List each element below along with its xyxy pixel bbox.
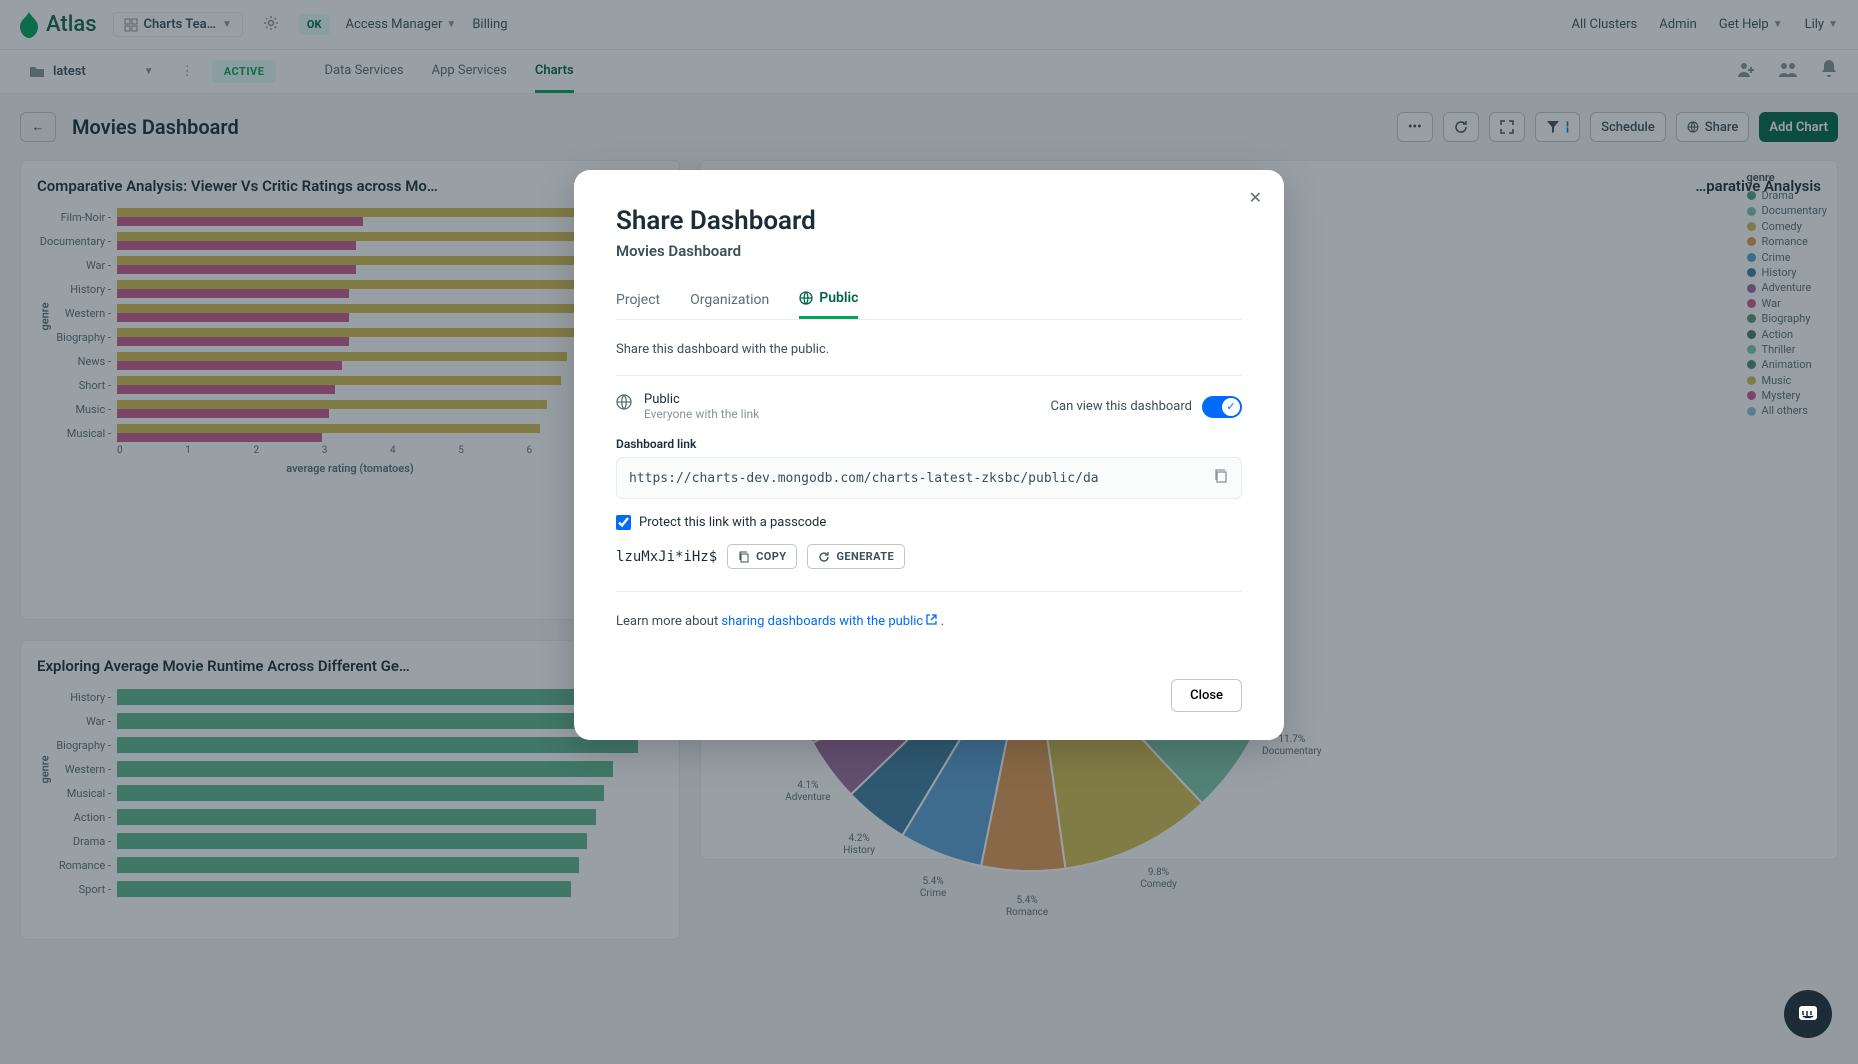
link-label: Dashboard link: [616, 437, 1242, 451]
public-subtitle: Everyone with the link: [644, 407, 759, 421]
copy-icon: [738, 551, 750, 563]
passcode-row: lzuMxJi*iHz$ COPY GENERATE: [616, 544, 1242, 592]
chat-icon: [1797, 1003, 1819, 1025]
tab-organization[interactable]: Organization: [690, 280, 769, 319]
external-link-icon: [926, 614, 937, 625]
tab-public[interactable]: Public: [799, 280, 858, 319]
modal-subtitle: Movies Dashboard: [616, 242, 1242, 260]
intercom-launcher[interactable]: [1784, 990, 1832, 1038]
share-dashboard-modal: ✕ Share Dashboard Movies Dashboard Proje…: [574, 170, 1284, 740]
public-title: Public: [644, 392, 759, 407]
globe-icon: [799, 291, 813, 305]
dashboard-link-box: [616, 457, 1242, 499]
copy-icon: [1213, 468, 1229, 484]
learn-more-link[interactable]: sharing dashboards with the public: [721, 614, 937, 629]
can-view-label: Can view this dashboard: [1051, 399, 1192, 414]
copy-passcode-button[interactable]: COPY: [727, 544, 797, 569]
close-button[interactable]: Close: [1171, 679, 1242, 712]
globe-icon: [616, 394, 632, 410]
can-view-toggle[interactable]: [1202, 396, 1242, 418]
modal-description: Share this dashboard with the public.: [616, 342, 1242, 357]
protect-passcode-label: Protect this link with a passcode: [639, 515, 826, 530]
public-visibility-row: Public Everyone with the link Can view t…: [616, 375, 1242, 437]
learn-more: Learn more about sharing dashboards with…: [616, 614, 1242, 629]
modal-footer: Close: [616, 679, 1242, 712]
tab-project[interactable]: Project: [616, 280, 660, 319]
copy-link-button[interactable]: [1213, 468, 1229, 488]
generate-passcode-button[interactable]: GENERATE: [807, 544, 905, 569]
modal-overlay[interactable]: ✕ Share Dashboard Movies Dashboard Proje…: [0, 0, 1858, 1064]
close-icon[interactable]: ✕: [1249, 188, 1262, 207]
passcode-value: lzuMxJi*iHz$: [616, 549, 717, 565]
protect-passcode-row[interactable]: Protect this link with a passcode: [616, 515, 1242, 530]
modal-tabs: Project Organization Public: [616, 280, 1242, 320]
dashboard-link-input[interactable]: [629, 471, 1205, 486]
modal-title: Share Dashboard: [616, 206, 1242, 236]
refresh-icon: [818, 551, 830, 563]
protect-passcode-checkbox[interactable]: [616, 515, 631, 530]
